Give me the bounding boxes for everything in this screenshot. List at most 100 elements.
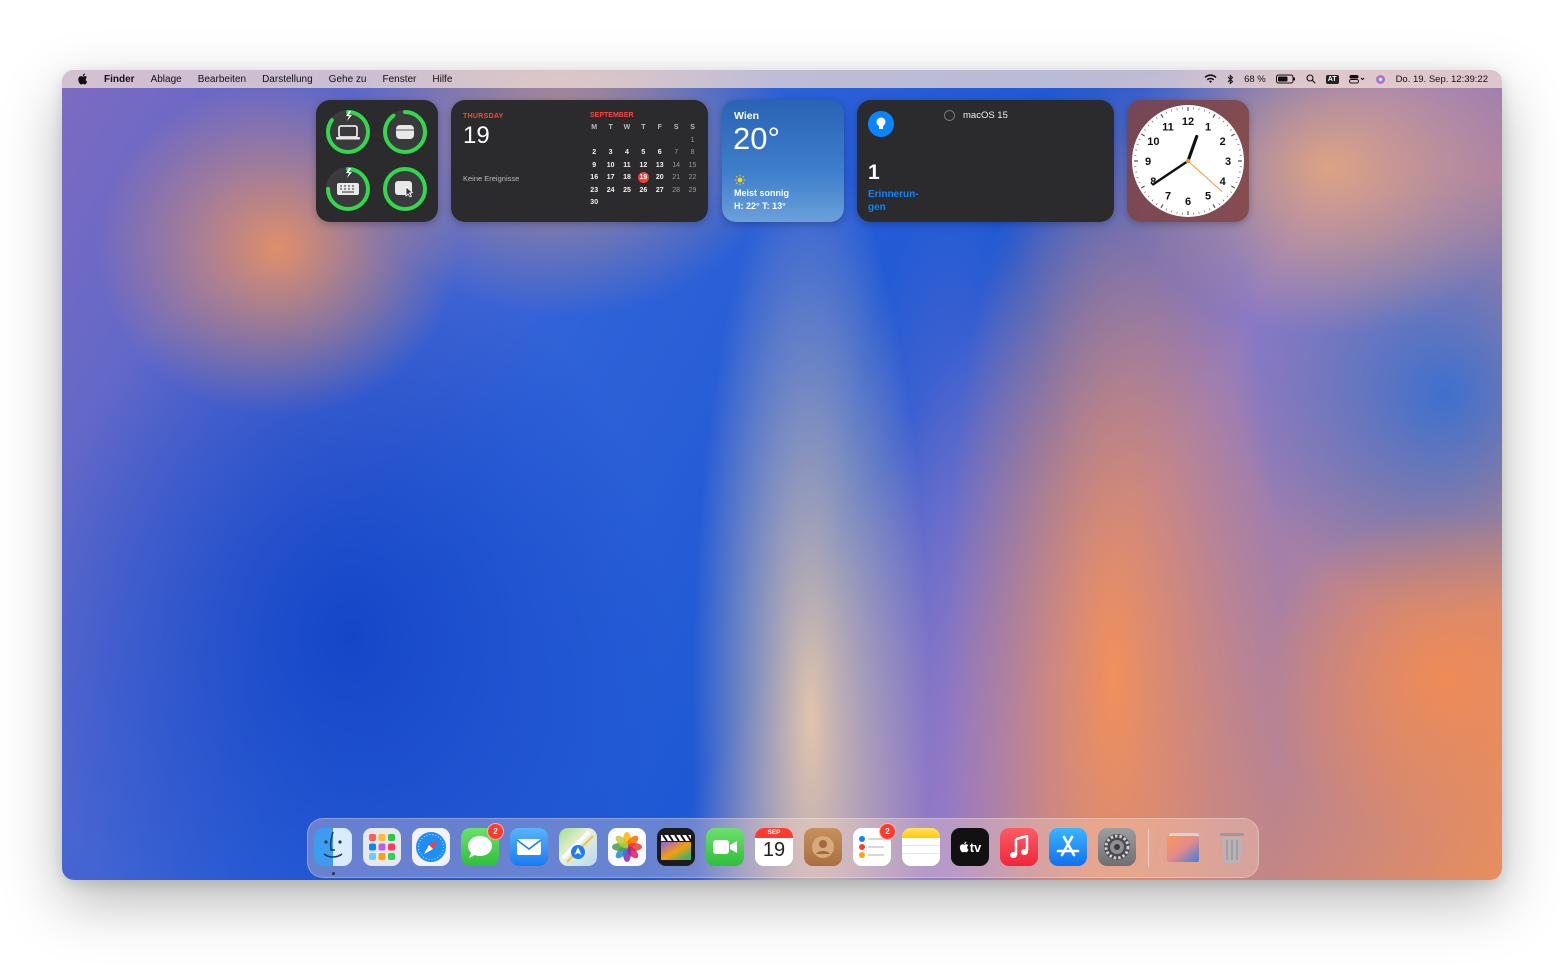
dock-mail[interactable] <box>510 828 548 866</box>
calendar-day[interactable]: 6 <box>652 147 668 158</box>
dock-launchpad[interactable] <box>363 828 401 866</box>
reminders-badge: 2 <box>879 823 896 840</box>
battery-ring <box>383 110 427 154</box>
calendar-day[interactable]: 18 <box>619 172 635 183</box>
menu-fenster[interactable]: Fenster <box>382 74 416 85</box>
reminders-widget[interactable]: 1 Erinnerun-gen macOS 15 <box>857 100 1114 222</box>
calendar-day[interactable]: 1 <box>684 135 700 146</box>
clock-number: 4 <box>1220 176 1227 188</box>
tv-icon-label: tv <box>969 839 982 855</box>
dock-app-store[interactable] <box>1049 828 1087 866</box>
clock-number: 1 <box>1205 121 1211 133</box>
calendar-day <box>652 135 668 146</box>
dock-final-cut-pro[interactable] <box>657 828 695 866</box>
wifi-icon[interactable] <box>1204 74 1217 84</box>
dock-calendar[interactable]: SEP 19 <box>755 828 793 866</box>
input-source-badge[interactable]: AT <box>1325 74 1339 84</box>
calendar-today[interactable]: 19 <box>637 172 649 183</box>
calendar-day[interactable]: 23 <box>586 185 602 196</box>
weekday-header: S <box>690 124 695 131</box>
calendar-day[interactable]: 26 <box>635 185 651 196</box>
clock-number: 11 <box>1162 121 1174 133</box>
siri-icon[interactable] <box>1375 74 1386 85</box>
dock-maps[interactable] <box>559 828 597 866</box>
dock-reminders[interactable]: 2 <box>853 823 896 866</box>
desktop[interactable]: Finder Ablage Bearbeiten Darstellung Geh… <box>62 70 1502 880</box>
tv-icon: tv <box>951 828 989 866</box>
dock-music[interactable] <box>1000 828 1038 866</box>
menu-gehe-zu[interactable]: Gehe zu <box>329 74 367 85</box>
calendar-day[interactable]: 27 <box>652 185 668 196</box>
dock-tv[interactable]: tv <box>951 828 989 866</box>
dock-system-settings[interactable] <box>1098 828 1136 866</box>
calendar-day[interactable]: 9 <box>586 160 602 171</box>
battery-ring-laptop <box>325 109 371 155</box>
dock-messages[interactable]: 2 <box>461 823 504 866</box>
spotlight-search-icon[interactable] <box>1306 74 1316 84</box>
bluetooth-icon[interactable] <box>1227 73 1234 85</box>
menu-darstellung[interactable]: Darstellung <box>262 74 313 85</box>
calendar-day[interactable]: 2 <box>586 147 602 158</box>
calendar-month: SEPTEMBER <box>590 112 634 119</box>
calendar-day <box>619 197 635 208</box>
weather-widget[interactable]: Wien 20° Meist sonnig H: 22° T: 13° <box>722 100 844 222</box>
calendar-day[interactable]: 11 <box>619 160 635 171</box>
dock-notes[interactable] <box>902 828 940 866</box>
weekday-header: F <box>657 124 662 131</box>
dock-downloads-stack[interactable] <box>1164 828 1202 866</box>
menu-bar-clock[interactable]: Do. 19. Sep. 12:39:22 <box>1396 74 1488 85</box>
calendar-day[interactable]: 14 <box>668 160 684 171</box>
calendar-day[interactable]: 12 <box>635 160 651 171</box>
calendar-day[interactable]: 29 <box>684 185 700 196</box>
menu-finder[interactable]: Finder <box>104 74 135 85</box>
battery-icon[interactable] <box>1275 74 1296 84</box>
calendar-day[interactable]: 22 <box>684 172 700 183</box>
calendar-day[interactable]: 3 <box>602 147 618 158</box>
menu-ablage[interactable]: Ablage <box>151 74 182 85</box>
trash-icon <box>1213 828 1251 866</box>
battery-percent: 68 % <box>1244 73 1266 85</box>
calendar-day[interactable]: 4 <box>619 147 635 158</box>
dock-facetime[interactable] <box>706 828 744 866</box>
calendar-day[interactable]: 24 <box>602 185 618 196</box>
reminder-checkbox[interactable] <box>944 110 955 121</box>
dock-contacts[interactable] <box>804 828 842 866</box>
safari-icon <box>412 828 450 866</box>
weather-range: H: 22° T: 13° <box>734 201 786 211</box>
calendar-day[interactable]: 10 <box>602 160 618 171</box>
calendar-day[interactable]: 20 <box>652 172 668 183</box>
batteries-widget[interactable] <box>316 100 438 222</box>
clock-number: 5 <box>1205 191 1211 203</box>
contacts-icon <box>804 828 842 866</box>
calendar-day-number: 19 <box>463 122 490 149</box>
calendar-day[interactable]: 5 <box>635 147 651 158</box>
calendar-day[interactable]: 16 <box>586 172 602 183</box>
final-cut-icon <box>657 828 695 866</box>
music-icon <box>1000 828 1038 866</box>
menu-hilfe[interactable]: Hilfe <box>432 74 452 85</box>
calendar-weekday: THURSDAY <box>463 113 504 120</box>
calendar-day[interactable]: 13 <box>652 160 668 171</box>
dock-finder[interactable] <box>314 828 352 875</box>
control-center-icon[interactable] <box>1348 74 1365 84</box>
calendar-day[interactable]: 30 <box>586 197 602 208</box>
calendar-day[interactable]: 21 <box>668 172 684 183</box>
calendar-day[interactable]: 28 <box>668 185 684 196</box>
calendar-widget[interactable]: THURSDAY 19 Keine Ereignisse SEPTEMBER M… <box>451 100 708 222</box>
calendar-day[interactable]: 25 <box>619 185 635 196</box>
calendar-day <box>635 135 651 146</box>
reminder-item-text[interactable]: macOS 15 <box>963 110 1008 121</box>
battery-ring-mouse <box>382 166 428 212</box>
clock-widget[interactable]: 12 1 2 3 4 5 6 7 8 9 10 11 <box>1127 100 1249 222</box>
calendar-day[interactable]: 15 <box>684 160 700 171</box>
calendar-day[interactable]: 17 <box>602 172 618 183</box>
calendar-day[interactable]: 7 <box>668 147 684 158</box>
clock-number: 7 <box>1165 191 1171 203</box>
dock-safari[interactable] <box>412 828 450 866</box>
apple-menu-icon[interactable] <box>76 73 88 85</box>
menu-bearbeiten[interactable]: Bearbeiten <box>198 74 246 85</box>
calendar-day[interactable]: 8 <box>684 147 700 158</box>
dock-trash[interactable] <box>1213 828 1251 866</box>
downloads-stack-icon <box>1164 828 1202 866</box>
dock-photos[interactable] <box>608 828 646 866</box>
